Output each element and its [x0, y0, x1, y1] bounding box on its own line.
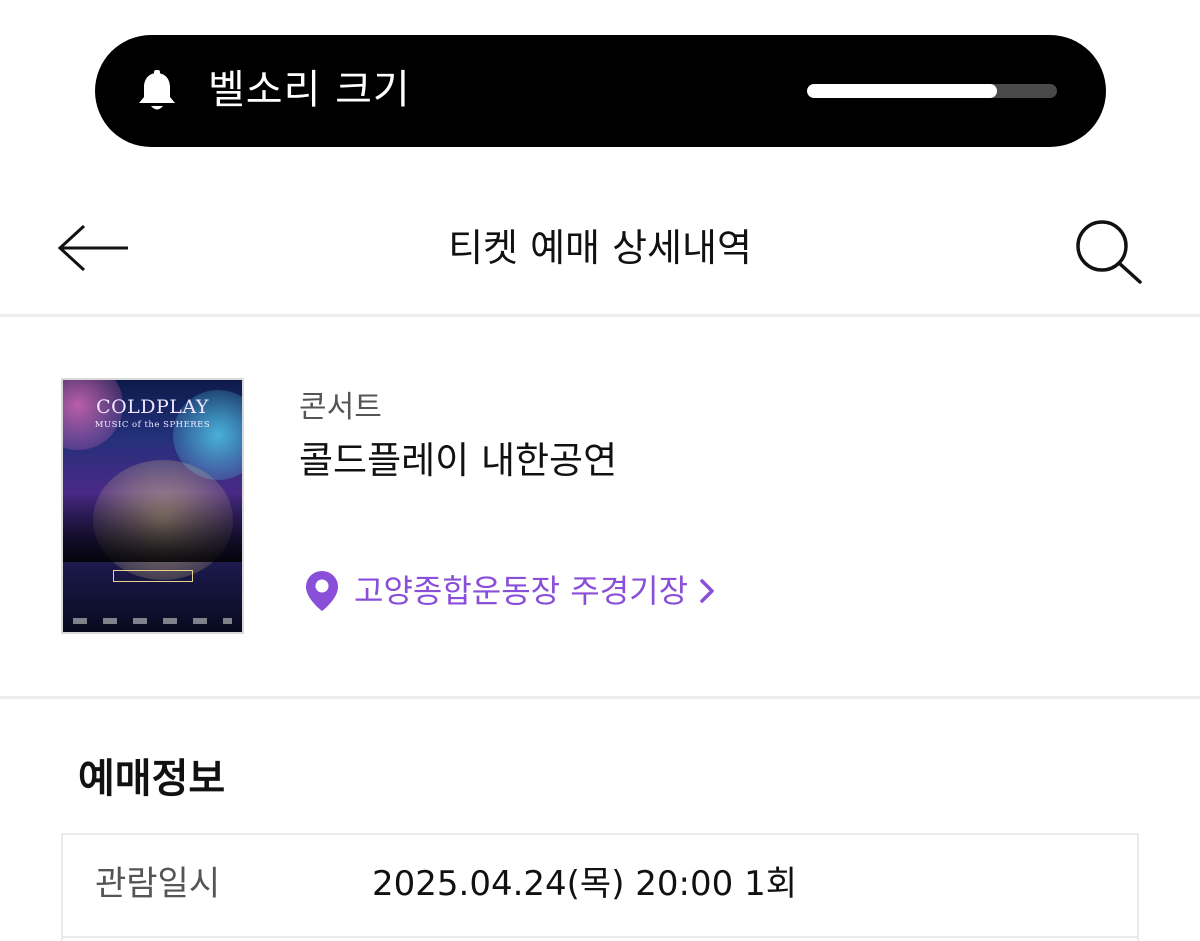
- poster-title: COLDPLAY: [96, 396, 209, 418]
- page-title: 티켓 예매 상세내역: [448, 226, 752, 270]
- search-icon[interactable]: [1070, 216, 1146, 288]
- venue-name: 고양종합운동장 주경기장: [354, 572, 689, 610]
- volume-level-fill: [807, 84, 997, 98]
- volume-label: 벨소리 크기: [208, 67, 411, 113]
- header-divider: [0, 314, 1200, 317]
- poster-date-box: [113, 570, 193, 582]
- reservation-section-title: 예매정보: [78, 756, 226, 802]
- poster-subtitle: MUSIC of the SPHERES: [94, 420, 211, 430]
- ticket-detail-screen: 벨소리 크기 티켓 예매 상세내역 COLDPLAY MUSIC of the …: [0, 0, 1200, 941]
- reservation-info-table: 관람일시 2025.04.24(목) 20:00 1회: [61, 833, 1139, 941]
- section-divider: [0, 696, 1200, 699]
- event-category: 콘서트: [299, 390, 382, 425]
- event-poster[interactable]: COLDPLAY MUSIC of the SPHERES: [61, 378, 244, 634]
- volume-slider[interactable]: [807, 84, 1057, 98]
- table-row: 관람일시 2025.04.24(목) 20:00 1회: [63, 835, 1137, 938]
- poster-sponsor-logos: [73, 618, 232, 624]
- venue-link[interactable]: 고양종합운동장 주경기장: [304, 566, 716, 616]
- viewing-datetime-value: 2025.04.24(목) 20:00 1회: [372, 864, 797, 904]
- viewing-datetime-label: 관람일시: [95, 864, 221, 904]
- chevron-right-icon: [700, 579, 714, 603]
- bell-icon: [139, 70, 175, 110]
- location-pin-icon: [306, 571, 338, 611]
- poster-crowd: [63, 492, 242, 562]
- event-title: 콜드플레이 내한공연: [299, 439, 618, 482]
